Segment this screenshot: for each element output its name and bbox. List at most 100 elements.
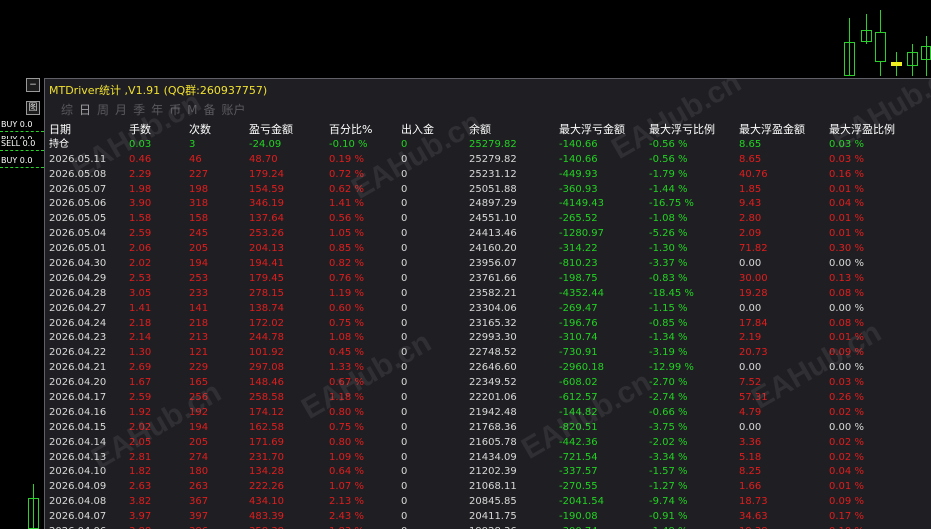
- tab-5[interactable]: 年: [151, 101, 163, 118]
- table-cell: 23304.06: [469, 302, 517, 314]
- table-cell: 0.00 %: [829, 362, 864, 374]
- table-cell: -608.02: [559, 377, 598, 389]
- table-cell: 0.10 %: [829, 525, 864, 529]
- table-cell: -0.83 %: [649, 272, 688, 284]
- table-cell: 0.08 %: [829, 317, 864, 329]
- table-cell: -4149.43: [559, 198, 604, 210]
- table-cell: 0.56 %: [329, 213, 364, 225]
- table-cell: 0.00: [739, 258, 762, 270]
- table-cell: -1.27 %: [649, 481, 688, 493]
- chart-icon-button[interactable]: 图: [26, 101, 40, 115]
- table-cell: 2026.05.07: [49, 183, 107, 195]
- table-cell: -198.75: [559, 272, 598, 284]
- buy-order-label: BUY 0.0: [0, 120, 34, 130]
- table-cell: 3.88: [129, 525, 151, 529]
- tab-1[interactable]: 日: [79, 101, 91, 118]
- table-cell: 21768.36: [469, 421, 517, 433]
- table-cell: 179.24: [249, 168, 284, 180]
- tab-0[interactable]: 综: [61, 101, 73, 118]
- table-cell: 2.09: [739, 228, 762, 240]
- table-cell: 2026.04.30: [49, 258, 107, 270]
- table-cell: 192: [189, 406, 209, 418]
- table-cell: 1.05 %: [329, 228, 364, 240]
- table-cell: 1.66: [739, 481, 762, 493]
- table-cell: 21068.11: [469, 481, 517, 493]
- table-cell: -3.75 %: [649, 421, 688, 433]
- table-cell: 余额: [469, 123, 491, 136]
- table-cell: 179.45: [249, 272, 284, 284]
- tab-4[interactable]: 季: [133, 101, 145, 118]
- table-cell: 71.82: [739, 243, 768, 255]
- table-cell: -12.99 %: [649, 362, 694, 374]
- table-cell: 134.28: [249, 466, 284, 478]
- table-cell: 2026.04.21: [49, 362, 107, 374]
- table-cell: 20845.85: [469, 496, 517, 508]
- table-cell: 0.03 %: [829, 153, 864, 165]
- table-cell: 205: [189, 436, 209, 448]
- table-cell: 141: [189, 302, 209, 314]
- table-cell: 0.00: [739, 421, 762, 433]
- table-cell: 20.73: [739, 347, 768, 359]
- table-cell: -4352.44: [559, 287, 604, 299]
- table-cell: 205: [189, 243, 209, 255]
- table-cell: -269.47: [559, 302, 598, 314]
- tab-9[interactable]: 账户: [221, 101, 245, 118]
- table-cell: 持仓: [49, 138, 69, 150]
- table-cell: 263: [189, 481, 209, 493]
- table-cell: 最大浮亏比例: [649, 123, 715, 136]
- table-cell: 229: [189, 362, 209, 374]
- table-cell: 194: [189, 421, 209, 433]
- tab-7[interactable]: M: [187, 103, 197, 117]
- table-cell: 0.19 %: [329, 153, 364, 165]
- table-cell: 0.00: [739, 362, 762, 374]
- table-cell: 3.05: [129, 287, 152, 299]
- table-cell: 2026.04.08: [49, 496, 107, 508]
- table-cell: 165: [189, 377, 209, 389]
- table-cell: 2.18: [129, 317, 152, 329]
- table-cell: 22748.52: [469, 347, 517, 359]
- table-cell: 0: [401, 392, 408, 404]
- tab-3[interactable]: 月: [115, 101, 127, 118]
- table-cell: 318: [189, 198, 209, 210]
- table-cell: 24413.46: [469, 228, 517, 240]
- table-cell: -449.93: [559, 168, 598, 180]
- order-line: [0, 131, 44, 132]
- table-cell: 0.01 %: [829, 481, 864, 493]
- table-cell: -2041.54: [559, 496, 604, 508]
- table-cell: 0.09 %: [829, 496, 864, 508]
- table-cell: 48.70: [249, 153, 278, 165]
- table-cell: -1.08 %: [649, 213, 688, 225]
- table-cell: 23165.32: [469, 317, 517, 329]
- tab-2[interactable]: 周: [97, 101, 109, 118]
- table-cell: 0: [401, 258, 408, 270]
- table-cell: 0: [401, 183, 408, 195]
- table-cell: -310.74: [559, 332, 598, 344]
- table-cell: 22993.30: [469, 332, 517, 344]
- table-cell: 0.82 %: [329, 258, 364, 270]
- table-cell: 1.98: [129, 183, 152, 195]
- table-cell: 222.26: [249, 481, 284, 493]
- table-cell: 2.06: [129, 243, 152, 255]
- table-cell: 0: [401, 525, 407, 529]
- table-cell: 2026.04.15: [49, 421, 107, 433]
- tab-6[interactable]: 币: [169, 101, 181, 118]
- table-cell: 22201.06: [469, 392, 517, 404]
- table-cell: 2026.04.27: [49, 302, 107, 314]
- tab-8[interactable]: 备: [203, 101, 215, 118]
- table-cell: 次数: [189, 123, 211, 136]
- table-cell: 22646.60: [469, 362, 517, 374]
- table-cell: 386: [189, 525, 208, 529]
- table-cell: -0.66 %: [649, 406, 688, 418]
- table-cell: 0: [401, 347, 408, 359]
- table-cell: 8.25: [739, 466, 762, 478]
- minimize-button[interactable]: −: [26, 78, 40, 92]
- table-cell: -820.51: [559, 421, 598, 433]
- order-line: [0, 167, 44, 168]
- table-cell: 19.28: [739, 287, 768, 299]
- table-cell: 9.43: [739, 198, 762, 210]
- order-line: [0, 150, 44, 151]
- table-cell: 2026.05.08: [49, 168, 107, 180]
- table-cell: 0: [401, 436, 408, 448]
- table-cell: 23582.21: [469, 287, 517, 299]
- table-cell: 0.80 %: [329, 436, 364, 448]
